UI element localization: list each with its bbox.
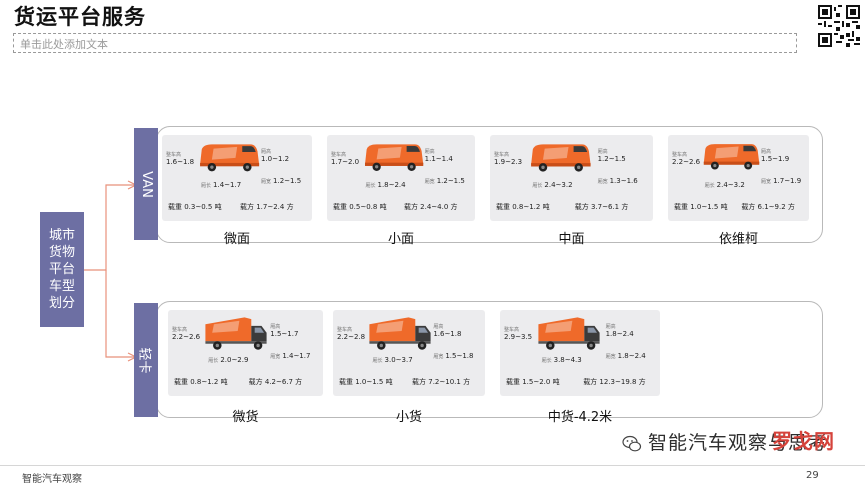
box-height-spec: 厢高 1.0~1.2 bbox=[261, 149, 290, 163]
subtitle-textbox[interactable]: 单击此处添加文本 bbox=[13, 33, 797, 53]
load-capacity: 载重 0.8~1.2 吨 bbox=[174, 378, 228, 386]
qr-code-icon bbox=[818, 5, 860, 47]
vehicle-card: 整车高 2.2~2.8 厢高 1.6~1.8 厢长 3.0~3.7 厢宽 1.5~1.8… bbox=[333, 310, 485, 396]
truck-icon bbox=[205, 317, 267, 350]
box-height-spec: 厢高 1.1~1.4 bbox=[424, 149, 453, 163]
box-height-spec: 厢高 1.5~1.7 bbox=[270, 324, 299, 338]
box-height-spec: 厢高 1.5~1.9 bbox=[761, 149, 790, 163]
vehicle-type-name: 中面 bbox=[558, 232, 585, 247]
root-category-label: 城市 货物 平台 车型 划分 bbox=[40, 212, 84, 327]
truck-group-label: 轻卡 bbox=[134, 303, 158, 417]
page-number: 29 bbox=[806, 470, 819, 481]
vehicle-type-name: 依维柯 bbox=[718, 232, 758, 247]
volume-capacity: 载方 1.7~2.4 方 bbox=[240, 203, 294, 211]
load-capacity: 载重 0.3~0.5 吨 bbox=[168, 203, 222, 211]
vehicle-height-spec: 整车高 1.7~2.0 bbox=[331, 152, 360, 166]
box-width-spec: 厢宽 1.4~1.7 bbox=[270, 352, 311, 360]
box-width-spec: 厢宽 1.2~1.5 bbox=[261, 177, 302, 185]
vehicle-height-spec: 整车高 2.2~2.8 bbox=[337, 327, 366, 341]
box-length-spec: 厢长 2.0~2.9 bbox=[208, 356, 249, 364]
van-icon bbox=[200, 144, 260, 172]
box-width-spec: 厢宽 1.7~1.9 bbox=[761, 177, 802, 185]
vehicle-height-spec: 整车高 2.9~3.5 bbox=[504, 327, 533, 341]
vehicle-card: 整车高 2.9~3.5 厢高 1.8~2.4 厢长 3.8~4.3 厢宽 1.8~2.4… bbox=[500, 310, 660, 396]
box-height-spec: 厢高 1.8~2.4 bbox=[605, 324, 634, 338]
box-length-spec: 厢长 1.8~2.4 bbox=[365, 181, 406, 189]
brand-logo-text: 罗戈网 bbox=[772, 429, 835, 453]
box-height-spec: 厢高 1.6~1.8 bbox=[433, 324, 462, 338]
load-capacity: 载重 0.8~1.2 吨 bbox=[496, 203, 550, 211]
load-capacity: 载重 1.5~2.0 吨 bbox=[506, 378, 560, 386]
truck-icon bbox=[538, 317, 600, 350]
volume-capacity: 载方 2.4~4.0 方 bbox=[403, 203, 458, 211]
vehicle-type-name: 小货 bbox=[395, 410, 422, 425]
box-length-spec: 厢长 2.4~3.2 bbox=[704, 181, 745, 189]
box-width-spec: 厢宽 1.5~1.8 bbox=[433, 352, 474, 360]
subtitle-placeholder: 单击此处添加文本 bbox=[20, 38, 108, 51]
wechat-icon bbox=[622, 435, 642, 452]
vehicle-height-spec: 整车高 2.2~2.6 bbox=[672, 152, 701, 166]
vehicle-card: 整车高 1.9~2.3 厢高 1.2~1.5 厢长 2.4~3.2 厢宽 1.3~1.6… bbox=[490, 135, 653, 221]
vehicle-card: 整车高 1.7~2.0 厢高 1.1~1.4 厢长 1.8~2.4 厢宽 1.2~1.5… bbox=[327, 135, 475, 221]
box-width-spec: 厢宽 1.3~1.6 bbox=[597, 177, 638, 185]
volume-capacity: 载方 7.2~10.1 方 bbox=[412, 378, 471, 386]
van-group-label: VAN bbox=[134, 128, 158, 240]
truck-icon bbox=[369, 317, 432, 350]
vehicle-card: 整车高 2.2~2.6 厢高 1.5~1.9 厢长 2.4~3.2 厢宽 1.7~1.9… bbox=[668, 135, 809, 221]
load-capacity: 载重 1.0~1.5 吨 bbox=[674, 203, 728, 211]
vehicle-type-name: 中货-4.2米 bbox=[547, 410, 613, 425]
vehicle-card: 整车高 2.2~2.6 厢高 1.5~1.7 厢长 2.0~2.9 厢宽 1.4~1.7… bbox=[168, 310, 323, 396]
load-capacity: 载重 0.5~0.8 吨 bbox=[333, 203, 387, 211]
box-length-spec: 厢长 3.0~3.7 bbox=[372, 356, 413, 364]
root-category-text: 城市 货物 平台 车型 划分 bbox=[48, 228, 75, 311]
van-icon bbox=[364, 144, 423, 171]
load-capacity: 载重 1.0~1.5 吨 bbox=[339, 378, 393, 386]
box-width-spec: 厢宽 1.2~1.5 bbox=[424, 177, 465, 185]
box-length-spec: 厢长 3.8~4.3 bbox=[541, 356, 582, 364]
box-height-spec: 厢高 1.2~1.5 bbox=[597, 149, 626, 163]
truck-group-label-text: 轻卡 bbox=[136, 346, 152, 374]
vehicle-type-name: 微面 bbox=[223, 232, 250, 247]
vehicle-type-name: 小面 bbox=[387, 232, 414, 247]
van-icon bbox=[703, 144, 760, 170]
box-width-spec: 厢宽 1.8~2.4 bbox=[605, 352, 646, 360]
box-length-spec: 厢长 1.4~1.7 bbox=[201, 181, 242, 189]
volume-capacity: 载方 6.1~9.2 方 bbox=[741, 203, 795, 211]
footer-divider bbox=[0, 465, 865, 466]
box-length-spec: 厢长 2.4~3.2 bbox=[532, 181, 573, 189]
vehicle-height-spec: 整车高 1.9~2.3 bbox=[494, 152, 523, 166]
vehicle-height-spec: 整车高 1.6~1.8 bbox=[166, 152, 195, 166]
volume-capacity: 载方 4.2~6.7 方 bbox=[248, 378, 303, 386]
footer-source: 智能汽车观察 bbox=[22, 474, 82, 485]
connector-lines bbox=[84, 180, 138, 362]
vehicle-type-name: 微货 bbox=[232, 410, 259, 425]
volume-capacity: 载方 12.3~19.8 方 bbox=[583, 378, 646, 386]
volume-capacity: 载方 3.7~6.1 方 bbox=[574, 203, 629, 211]
page-title: 货运平台服务 bbox=[14, 5, 146, 29]
vehicle-height-spec: 整车高 2.2~2.6 bbox=[172, 327, 201, 341]
van-icon bbox=[530, 144, 591, 172]
van-group-label-text: VAN bbox=[138, 170, 154, 198]
vehicle-card: 整车高 1.6~1.8 厢高 1.0~1.2 厢长 1.4~1.7 厢宽 1.2~1.5… bbox=[162, 135, 312, 221]
